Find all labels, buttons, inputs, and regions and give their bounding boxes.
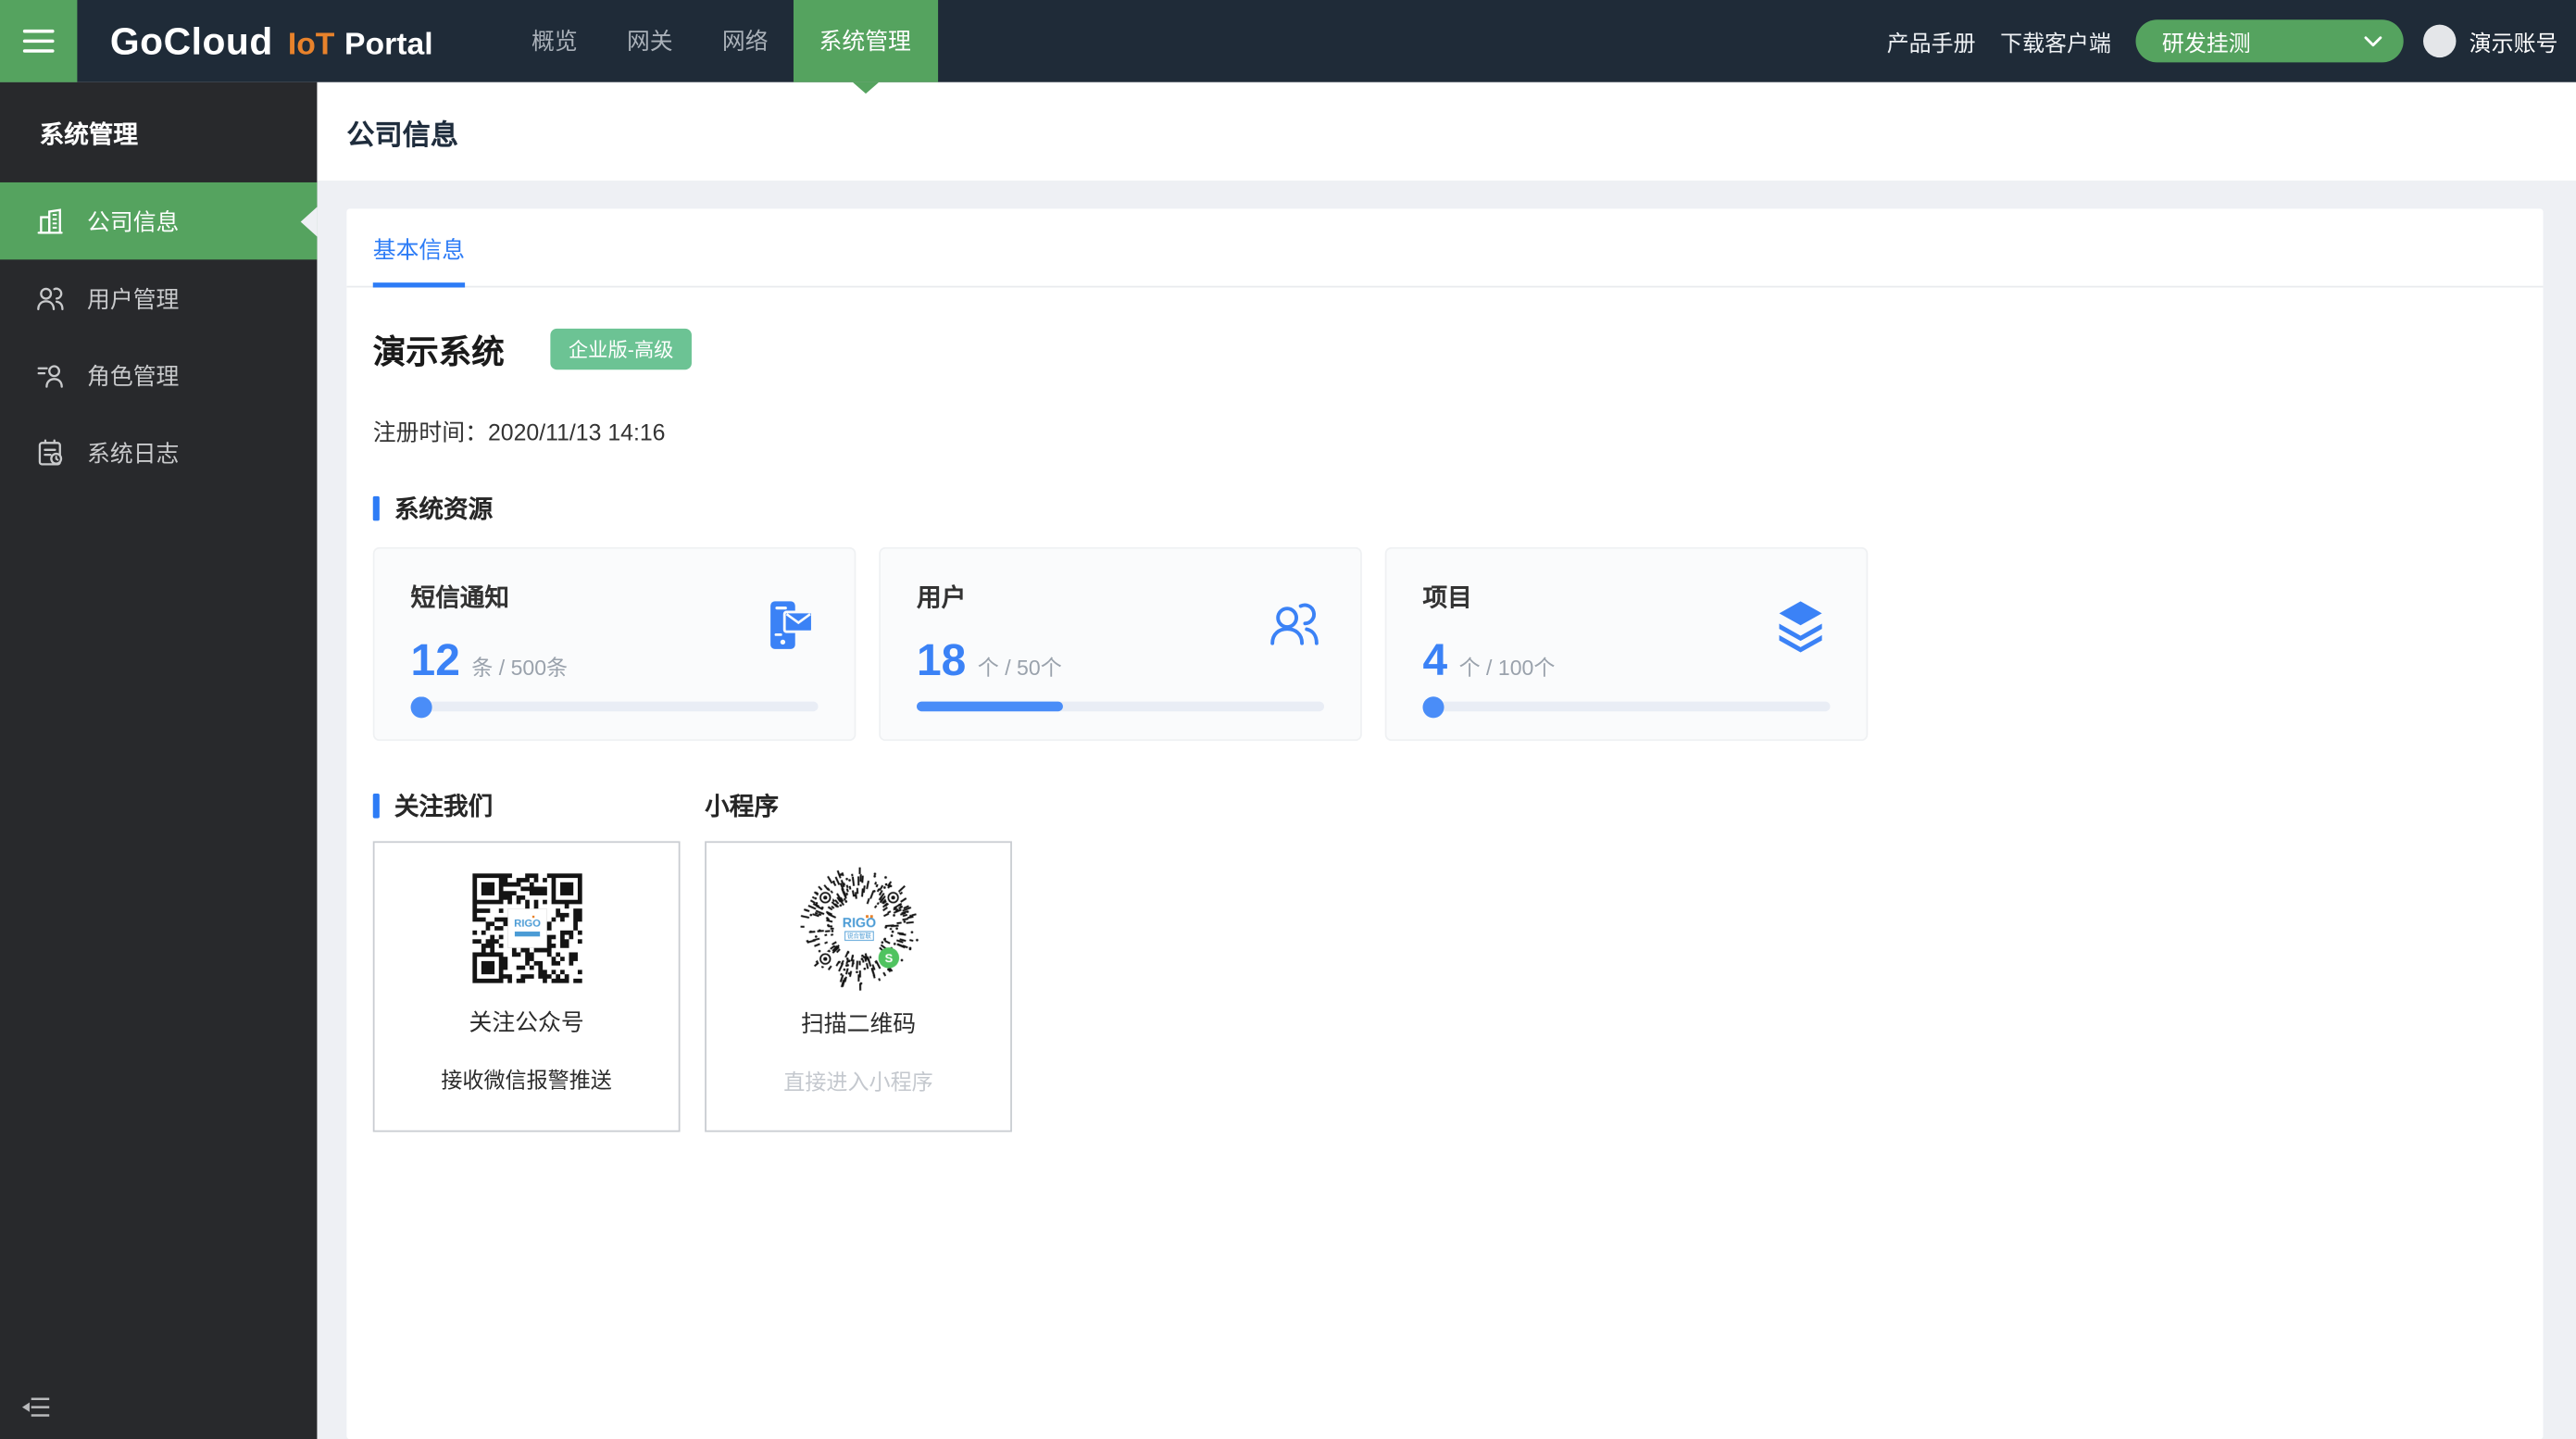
content-area: 基本信息 演示系统 企业版-高级 注册时间：2020/11/13 14:16 系…	[317, 181, 2576, 1439]
resource-card-sms: 短信通知	[373, 547, 857, 741]
official-account-qr-code	[466, 868, 587, 989]
hamburger-icon	[23, 30, 55, 33]
main-area: 公司信息 基本信息 演示系统 企业版-高级 注册时间：2020/11/13 14…	[317, 82, 2576, 1439]
tab-basic-info[interactable]: 基本信息	[373, 208, 465, 287]
sidebar-item-role-management[interactable]: 角色管理	[0, 337, 317, 414]
qr-cards: 关注公众号 接收微信报警推送 扫描二维码 直接进入小程序	[373, 841, 2517, 1132]
resource-unit: 个 / 50个	[978, 651, 1062, 682]
product-manual-link[interactable]: 产品手册	[1887, 25, 1976, 57]
resource-value: 12	[411, 636, 460, 687]
register-time-label: 注册时间：	[373, 419, 488, 444]
sidebar-item-label: 角色管理	[87, 359, 179, 392]
resource-title: 项目	[1422, 580, 1830, 614]
plan-badge: 企业版-高级	[550, 329, 692, 369]
logo-product: IoT	[288, 27, 335, 63]
qr-caption: 扫描二维码	[801, 1007, 916, 1040]
qr-subcaption: 直接进入小程序	[783, 1065, 932, 1096]
resource-unit: 个 / 100个	[1459, 651, 1556, 682]
team-icon	[1265, 596, 1324, 652]
mini-program-heading: 小程序	[705, 789, 779, 823]
nav-gateway[interactable]: 网关	[602, 0, 697, 82]
layers-icon	[1771, 596, 1831, 656]
progress-fill	[917, 702, 1063, 712]
account-name[interactable]: 演示账号	[2470, 25, 2558, 57]
collapse-sidebar-icon	[21, 1396, 51, 1418]
resource-card-projects: 项目 4 个 / 100个	[1385, 547, 1869, 741]
log-icon	[34, 437, 66, 469]
building-icon	[34, 206, 66, 237]
sidebar-item-user-management[interactable]: 用户管理	[0, 259, 317, 336]
mini-program-qr-code	[790, 859, 928, 997]
sidebar-item-label: 用户管理	[87, 282, 179, 314]
top-navbar: GoCloud IoT Portal 概览 网关 网络 系统管理 产品手册 下载…	[0, 0, 2576, 82]
sidebar-item-system-log[interactable]: 系统日志	[0, 414, 317, 491]
active-item-notch	[301, 206, 318, 236]
page-title: 公司信息	[346, 111, 458, 152]
mini-program-qr-card: 扫描二维码 直接进入小程序	[705, 841, 1012, 1132]
resource-cards: 短信通知	[373, 547, 2517, 741]
progress-fill	[411, 695, 432, 717]
download-client-link[interactable]: 下载客户端	[2000, 25, 2111, 57]
company-info-card: 基本信息 演示系统 企业版-高级 注册时间：2020/11/13 14:16 系…	[346, 208, 2543, 1439]
environment-select[interactable]: 研发挂测	[2136, 19, 2404, 62]
progress-fill	[1422, 695, 1444, 717]
users-icon	[34, 282, 66, 314]
sidebar: 系统管理 公司信息 用户管理	[0, 82, 317, 1439]
register-time-row: 注册时间：2020/11/13 14:16	[373, 416, 2517, 448]
tab-bar: 基本信息	[346, 208, 2543, 287]
progress-track	[1422, 702, 1830, 712]
sidebar-title: 系统管理	[0, 82, 317, 182]
logo-suffix: Portal	[344, 27, 433, 63]
navbar-right: 产品手册 下载客户端 研发挂测 演示账号	[1887, 19, 2576, 62]
nav-network[interactable]: 网络	[697, 0, 793, 82]
company-name: 演示系统	[373, 325, 505, 372]
resource-value: 18	[917, 636, 966, 687]
role-icon	[34, 360, 66, 392]
follow-us-heading: 关注我们	[373, 789, 705, 823]
sidebar-item-company-info[interactable]: 公司信息	[0, 182, 317, 259]
chevron-down-icon	[2364, 35, 2382, 46]
logo-brand: GoCloud	[110, 19, 273, 63]
avatar[interactable]	[2423, 25, 2456, 57]
section-accent-bar	[373, 794, 380, 819]
progress-track	[411, 702, 819, 712]
hamburger-menu-button[interactable]	[0, 0, 77, 82]
register-time-value: 2020/11/13 14:16	[488, 419, 666, 444]
sms-phone-icon	[756, 596, 818, 656]
page-header: 公司信息	[317, 82, 2576, 181]
app-window: GoCloud IoT Portal 概览 网关 网络 系统管理 产品手册 下载…	[0, 0, 2576, 1439]
official-account-qr-card: 关注公众号 接收微信报警推送	[373, 841, 681, 1132]
qr-caption: 关注公众号	[469, 1006, 584, 1038]
system-resources-heading: 系统资源	[373, 491, 2517, 525]
resource-unit: 条 / 500条	[471, 651, 568, 682]
resource-card-users: 用户 18 个 / 50个	[879, 547, 1362, 741]
sidebar-item-label: 公司信息	[87, 205, 179, 237]
section-accent-bar	[373, 496, 380, 521]
progress-track	[917, 702, 1324, 712]
primary-nav: 概览 网关 网络 系统管理	[506, 0, 937, 82]
environment-value: 研发挂测	[2162, 25, 2251, 57]
sidebar-item-label: 系统日志	[87, 436, 179, 469]
nav-overview[interactable]: 概览	[506, 0, 602, 82]
app-logo: GoCloud IoT Portal	[110, 19, 433, 63]
resource-title: 用户	[917, 580, 1324, 614]
resource-value: 4	[1422, 636, 1447, 687]
qr-subcaption: 接收微信报警推送	[441, 1063, 612, 1095]
nav-system-management[interactable]: 系统管理	[793, 0, 937, 82]
collapse-sidebar-button[interactable]	[21, 1396, 51, 1418]
